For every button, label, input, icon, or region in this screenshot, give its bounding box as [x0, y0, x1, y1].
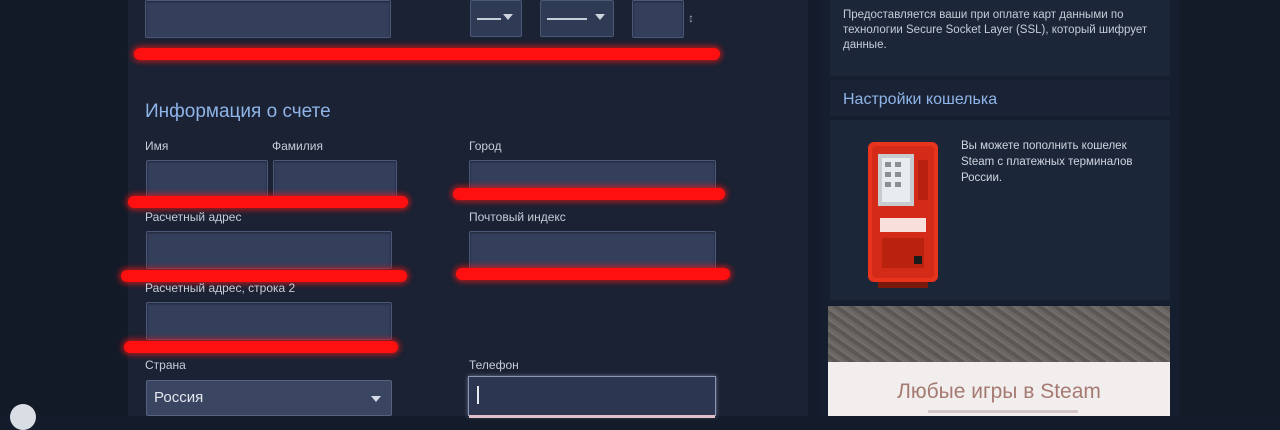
redaction-line — [128, 196, 408, 208]
billing-address-2-label: Расчетный адрес, строка 2 — [145, 281, 296, 295]
focus-underline — [469, 415, 715, 418]
billing-address-label: Расчетный адрес — [145, 210, 242, 224]
wallet-title: Настройки кошелька — [843, 91, 998, 108]
country-select[interactable]: Россия — [146, 380, 392, 416]
chevron-down-icon — [595, 14, 605, 20]
promo-subtext-line — [928, 410, 1078, 413]
wallet-text: Вы можете пополнить кошелек Steam с плат… — [961, 140, 1133, 184]
country-select-value: Россия — [154, 389, 204, 406]
security-code-field[interactable] — [632, 0, 684, 38]
first-name-label: Имя — [145, 139, 169, 153]
city-field[interactable] — [469, 160, 716, 190]
billing-address-2-field[interactable] — [146, 302, 392, 340]
redaction-line — [124, 341, 398, 353]
chevron-down-icon — [371, 396, 381, 402]
ssl-info-text: Предоставляется ваши при оплате карт дан… — [843, 9, 1148, 51]
last-name-label: Фамилия — [272, 139, 323, 153]
promo-text: Любые игры в Steam — [897, 380, 1101, 403]
chevron-down-icon — [503, 14, 513, 20]
phone-field[interactable] — [468, 376, 716, 418]
promo-background-image — [828, 306, 1170, 362]
phone-label: Телефон — [469, 358, 519, 372]
postal-code-field[interactable] — [469, 231, 716, 269]
first-name-field[interactable] — [146, 160, 268, 198]
billing-address-field[interactable] — [146, 231, 392, 269]
billing-form-panel — [128, 0, 808, 416]
expiry-month-select[interactable] — [470, 0, 522, 37]
card-number-field[interactable] — [145, 0, 391, 38]
last-name-field[interactable] — [273, 160, 397, 198]
text-caret — [477, 386, 479, 404]
overlay-button[interactable] — [10, 404, 36, 430]
city-label: Город — [469, 139, 502, 153]
redaction-line — [453, 188, 725, 200]
page-background-left — [0, 0, 128, 416]
country-label: Страна — [145, 358, 186, 372]
select-placeholder-dash — [477, 18, 501, 20]
section-title: Информация о счете — [145, 101, 331, 122]
redaction-line — [134, 48, 720, 60]
expiry-year-select[interactable] — [540, 0, 614, 37]
promo-banner[interactable]: Любые игры в Steam — [828, 306, 1170, 416]
select-placeholder-dash — [547, 18, 587, 20]
postal-code-label: Почтовый индекс — [469, 210, 566, 224]
help-icon[interactable]: ↕ — [688, 12, 694, 24]
payment-terminal-icon — [868, 142, 938, 288]
page-background-right — [1180, 0, 1280, 416]
redaction-line — [456, 268, 730, 280]
